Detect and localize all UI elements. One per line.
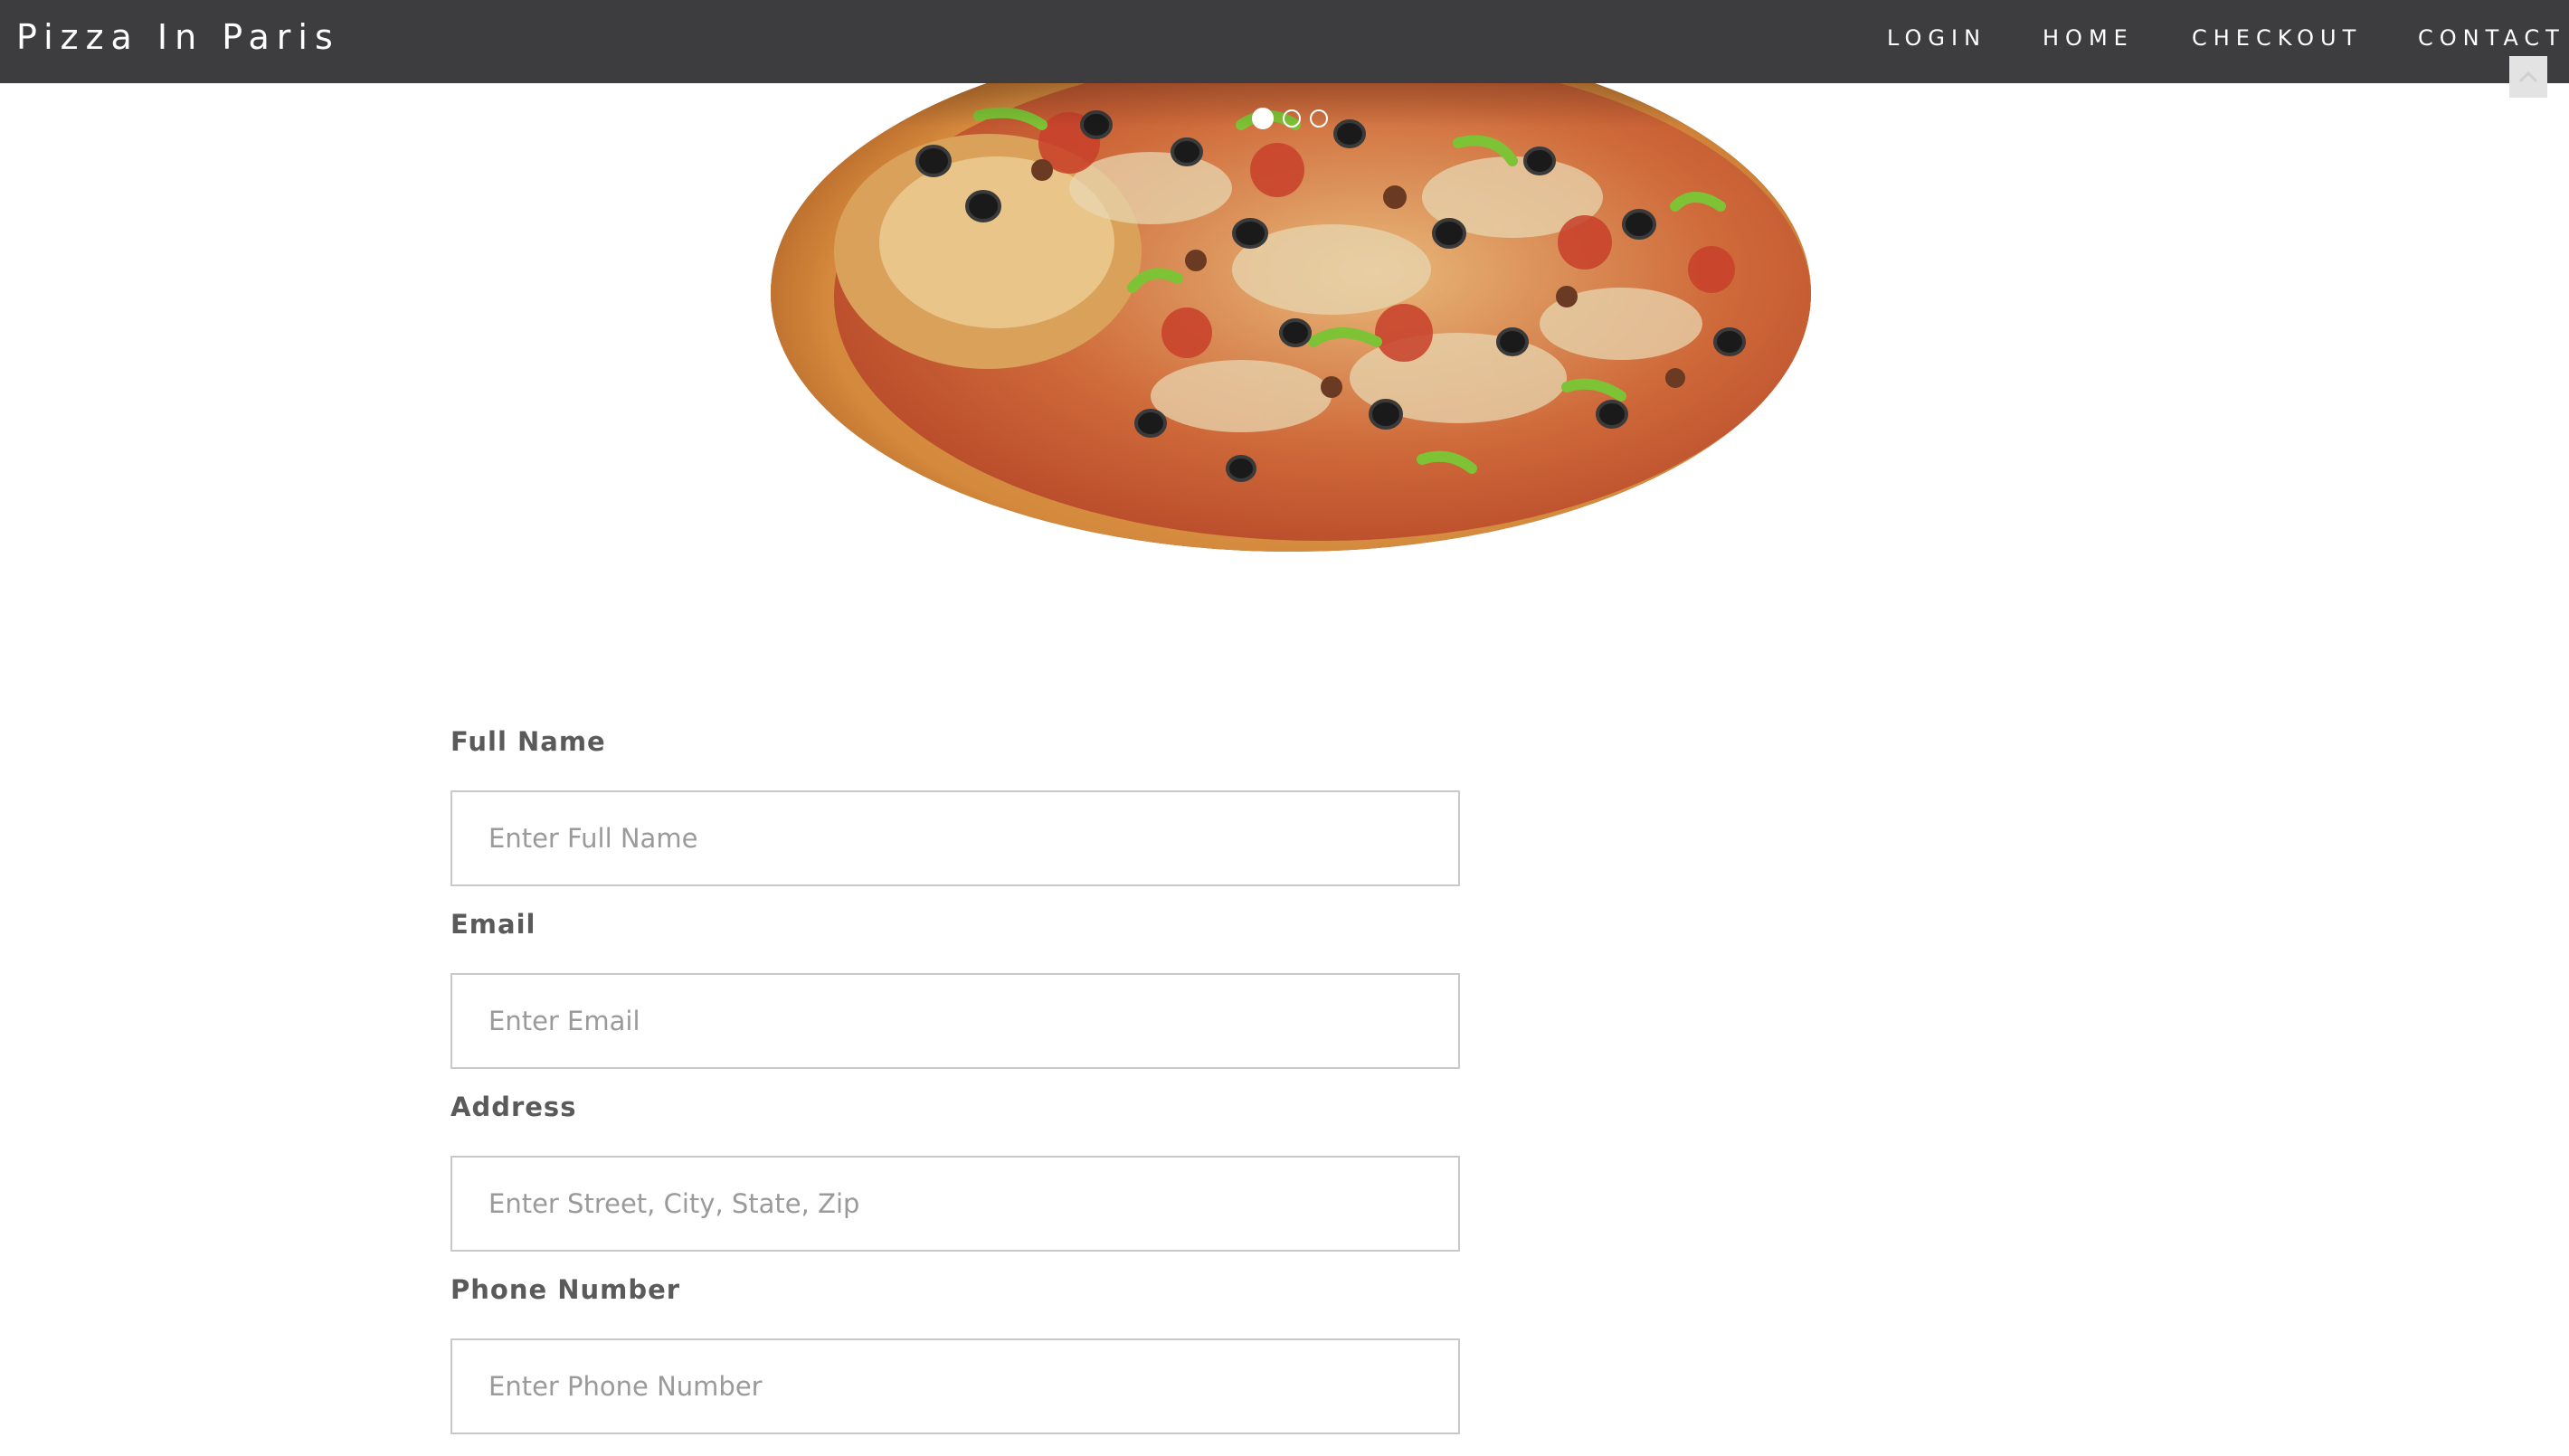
carousel-dot-3[interactable]: [1310, 109, 1328, 128]
nav-home-link[interactable]: HOME: [2043, 22, 2134, 54]
site-brand[interactable]: Pizza In Paris: [16, 13, 340, 61]
scroll-top-button[interactable]: [2509, 56, 2547, 98]
nav-checkout-link[interactable]: CHECKOUT: [2192, 22, 2362, 54]
phone-number-label: Phone Number: [450, 1274, 681, 1305]
email-input[interactable]: [450, 973, 1460, 1069]
address-input[interactable]: [450, 1156, 1460, 1252]
full-name-input[interactable]: [450, 790, 1460, 886]
nav-login-link[interactable]: LOGIN: [1887, 22, 1986, 54]
carousel-dot-2[interactable]: [1283, 109, 1301, 128]
chevron-up-icon: [2518, 71, 2538, 83]
phone-number-input[interactable]: [450, 1338, 1460, 1434]
top-navbar: Pizza In Paris LOGIN HOME CHECKOUT CONTA…: [0, 0, 2569, 83]
nav-contact-link[interactable]: CONTACT: [2418, 22, 2565, 54]
email-label: Email: [450, 909, 536, 940]
full-name-label: Full Name: [450, 726, 606, 757]
page: Pizza In Paris LOGIN HOME CHECKOUT CONTA…: [0, 0, 2569, 1456]
carousel-dot-1[interactable]: [1252, 108, 1274, 129]
address-label: Address: [450, 1092, 577, 1122]
